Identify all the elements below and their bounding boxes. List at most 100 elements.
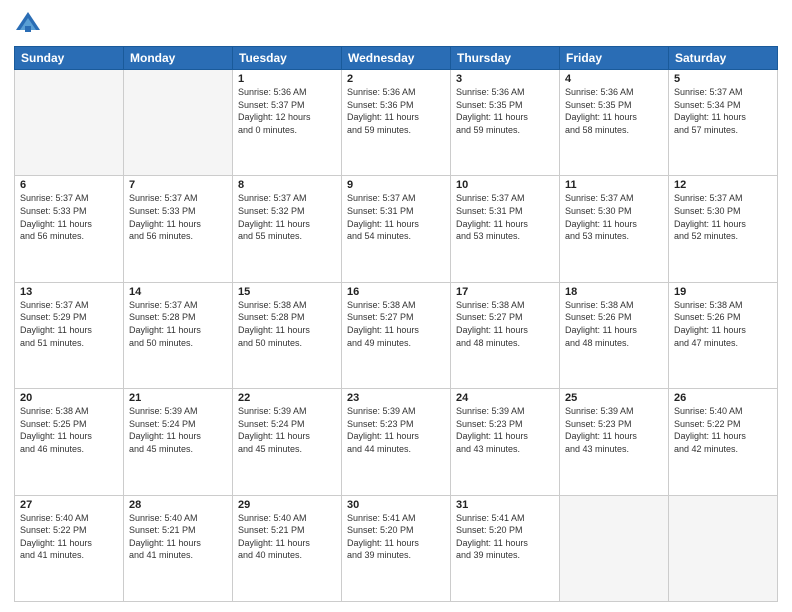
day-number: 3 — [456, 73, 554, 85]
day-detail: Sunrise: 5:39 AM Sunset: 5:24 PM Dayligh… — [129, 405, 227, 455]
calendar-cell: 18Sunrise: 5:38 AM Sunset: 5:26 PM Dayli… — [560, 282, 669, 388]
day-detail: Sunrise: 5:37 AM Sunset: 5:33 PM Dayligh… — [129, 192, 227, 242]
day-detail: Sunrise: 5:41 AM Sunset: 5:20 PM Dayligh… — [347, 512, 445, 562]
day-detail: Sunrise: 5:41 AM Sunset: 5:20 PM Dayligh… — [456, 512, 554, 562]
day-number: 6 — [20, 179, 118, 191]
day-detail: Sunrise: 5:40 AM Sunset: 5:22 PM Dayligh… — [20, 512, 118, 562]
calendar: SundayMondayTuesdayWednesdayThursdayFrid… — [14, 46, 778, 602]
day-detail: Sunrise: 5:40 AM Sunset: 5:22 PM Dayligh… — [674, 405, 772, 455]
day-detail: Sunrise: 5:37 AM Sunset: 5:30 PM Dayligh… — [565, 192, 663, 242]
calendar-cell: 1Sunrise: 5:36 AM Sunset: 5:37 PM Daylig… — [233, 70, 342, 176]
day-number: 25 — [565, 392, 663, 404]
day-detail: Sunrise: 5:37 AM Sunset: 5:29 PM Dayligh… — [20, 299, 118, 349]
day-number: 19 — [674, 286, 772, 298]
day-detail: Sunrise: 5:37 AM Sunset: 5:33 PM Dayligh… — [20, 192, 118, 242]
logo-icon — [14, 10, 42, 38]
day-number: 21 — [129, 392, 227, 404]
weekday-header-friday: Friday — [560, 47, 669, 70]
day-number: 8 — [238, 179, 336, 191]
day-number: 30 — [347, 499, 445, 511]
day-detail: Sunrise: 5:39 AM Sunset: 5:24 PM Dayligh… — [238, 405, 336, 455]
week-row-5: 27Sunrise: 5:40 AM Sunset: 5:22 PM Dayli… — [15, 495, 778, 601]
day-detail: Sunrise: 5:37 AM Sunset: 5:32 PM Dayligh… — [238, 192, 336, 242]
weekday-header-monday: Monday — [124, 47, 233, 70]
day-detail: Sunrise: 5:38 AM Sunset: 5:26 PM Dayligh… — [674, 299, 772, 349]
calendar-cell: 12Sunrise: 5:37 AM Sunset: 5:30 PM Dayli… — [669, 176, 778, 282]
calendar-cell: 29Sunrise: 5:40 AM Sunset: 5:21 PM Dayli… — [233, 495, 342, 601]
day-detail: Sunrise: 5:37 AM Sunset: 5:28 PM Dayligh… — [129, 299, 227, 349]
calendar-cell — [15, 70, 124, 176]
day-detail: Sunrise: 5:40 AM Sunset: 5:21 PM Dayligh… — [129, 512, 227, 562]
calendar-cell: 19Sunrise: 5:38 AM Sunset: 5:26 PM Dayli… — [669, 282, 778, 388]
calendar-cell: 4Sunrise: 5:36 AM Sunset: 5:35 PM Daylig… — [560, 70, 669, 176]
day-number: 2 — [347, 73, 445, 85]
day-detail: Sunrise: 5:39 AM Sunset: 5:23 PM Dayligh… — [347, 405, 445, 455]
day-number: 4 — [565, 73, 663, 85]
calendar-cell: 21Sunrise: 5:39 AM Sunset: 5:24 PM Dayli… — [124, 389, 233, 495]
calendar-cell: 17Sunrise: 5:38 AM Sunset: 5:27 PM Dayli… — [451, 282, 560, 388]
day-detail: Sunrise: 5:37 AM Sunset: 5:34 PM Dayligh… — [674, 86, 772, 136]
calendar-cell: 2Sunrise: 5:36 AM Sunset: 5:36 PM Daylig… — [342, 70, 451, 176]
calendar-cell: 22Sunrise: 5:39 AM Sunset: 5:24 PM Dayli… — [233, 389, 342, 495]
day-detail: Sunrise: 5:38 AM Sunset: 5:27 PM Dayligh… — [456, 299, 554, 349]
calendar-cell: 25Sunrise: 5:39 AM Sunset: 5:23 PM Dayli… — [560, 389, 669, 495]
day-number: 1 — [238, 73, 336, 85]
day-detail: Sunrise: 5:37 AM Sunset: 5:31 PM Dayligh… — [456, 192, 554, 242]
logo — [14, 10, 46, 38]
day-number: 24 — [456, 392, 554, 404]
day-number: 22 — [238, 392, 336, 404]
day-detail: Sunrise: 5:37 AM Sunset: 5:30 PM Dayligh… — [674, 192, 772, 242]
day-detail: Sunrise: 5:38 AM Sunset: 5:28 PM Dayligh… — [238, 299, 336, 349]
day-number: 17 — [456, 286, 554, 298]
week-row-2: 6Sunrise: 5:37 AM Sunset: 5:33 PM Daylig… — [15, 176, 778, 282]
weekday-header-row: SundayMondayTuesdayWednesdayThursdayFrid… — [15, 47, 778, 70]
calendar-cell: 5Sunrise: 5:37 AM Sunset: 5:34 PM Daylig… — [669, 70, 778, 176]
day-detail: Sunrise: 5:39 AM Sunset: 5:23 PM Dayligh… — [565, 405, 663, 455]
page: SundayMondayTuesdayWednesdayThursdayFrid… — [0, 0, 792, 612]
calendar-cell: 15Sunrise: 5:38 AM Sunset: 5:28 PM Dayli… — [233, 282, 342, 388]
day-number: 28 — [129, 499, 227, 511]
day-number: 15 — [238, 286, 336, 298]
weekday-header-saturday: Saturday — [669, 47, 778, 70]
weekday-header-sunday: Sunday — [15, 47, 124, 70]
calendar-cell: 9Sunrise: 5:37 AM Sunset: 5:31 PM Daylig… — [342, 176, 451, 282]
calendar-cell: 24Sunrise: 5:39 AM Sunset: 5:23 PM Dayli… — [451, 389, 560, 495]
day-number: 11 — [565, 179, 663, 191]
calendar-cell: 14Sunrise: 5:37 AM Sunset: 5:28 PM Dayli… — [124, 282, 233, 388]
day-number: 5 — [674, 73, 772, 85]
day-number: 12 — [674, 179, 772, 191]
day-number: 23 — [347, 392, 445, 404]
calendar-cell: 8Sunrise: 5:37 AM Sunset: 5:32 PM Daylig… — [233, 176, 342, 282]
day-number: 18 — [565, 286, 663, 298]
calendar-cell: 13Sunrise: 5:37 AM Sunset: 5:29 PM Dayli… — [15, 282, 124, 388]
day-number: 13 — [20, 286, 118, 298]
day-number: 9 — [347, 179, 445, 191]
day-detail: Sunrise: 5:39 AM Sunset: 5:23 PM Dayligh… — [456, 405, 554, 455]
calendar-cell: 27Sunrise: 5:40 AM Sunset: 5:22 PM Dayli… — [15, 495, 124, 601]
weekday-header-tuesday: Tuesday — [233, 47, 342, 70]
week-row-1: 1Sunrise: 5:36 AM Sunset: 5:37 PM Daylig… — [15, 70, 778, 176]
calendar-cell: 20Sunrise: 5:38 AM Sunset: 5:25 PM Dayli… — [15, 389, 124, 495]
calendar-cell: 3Sunrise: 5:36 AM Sunset: 5:35 PM Daylig… — [451, 70, 560, 176]
calendar-cell — [124, 70, 233, 176]
day-number: 10 — [456, 179, 554, 191]
day-detail: Sunrise: 5:38 AM Sunset: 5:25 PM Dayligh… — [20, 405, 118, 455]
calendar-cell: 16Sunrise: 5:38 AM Sunset: 5:27 PM Dayli… — [342, 282, 451, 388]
calendar-cell: 23Sunrise: 5:39 AM Sunset: 5:23 PM Dayli… — [342, 389, 451, 495]
calendar-cell: 31Sunrise: 5:41 AM Sunset: 5:20 PM Dayli… — [451, 495, 560, 601]
day-number: 14 — [129, 286, 227, 298]
week-row-4: 20Sunrise: 5:38 AM Sunset: 5:25 PM Dayli… — [15, 389, 778, 495]
header — [14, 10, 778, 38]
day-detail: Sunrise: 5:38 AM Sunset: 5:26 PM Dayligh… — [565, 299, 663, 349]
calendar-cell: 28Sunrise: 5:40 AM Sunset: 5:21 PM Dayli… — [124, 495, 233, 601]
day-number: 7 — [129, 179, 227, 191]
calendar-cell — [669, 495, 778, 601]
calendar-cell: 11Sunrise: 5:37 AM Sunset: 5:30 PM Dayli… — [560, 176, 669, 282]
day-number: 31 — [456, 499, 554, 511]
week-row-3: 13Sunrise: 5:37 AM Sunset: 5:29 PM Dayli… — [15, 282, 778, 388]
day-number: 27 — [20, 499, 118, 511]
weekday-header-wednesday: Wednesday — [342, 47, 451, 70]
day-detail: Sunrise: 5:36 AM Sunset: 5:35 PM Dayligh… — [565, 86, 663, 136]
calendar-cell: 30Sunrise: 5:41 AM Sunset: 5:20 PM Dayli… — [342, 495, 451, 601]
calendar-cell: 6Sunrise: 5:37 AM Sunset: 5:33 PM Daylig… — [15, 176, 124, 282]
